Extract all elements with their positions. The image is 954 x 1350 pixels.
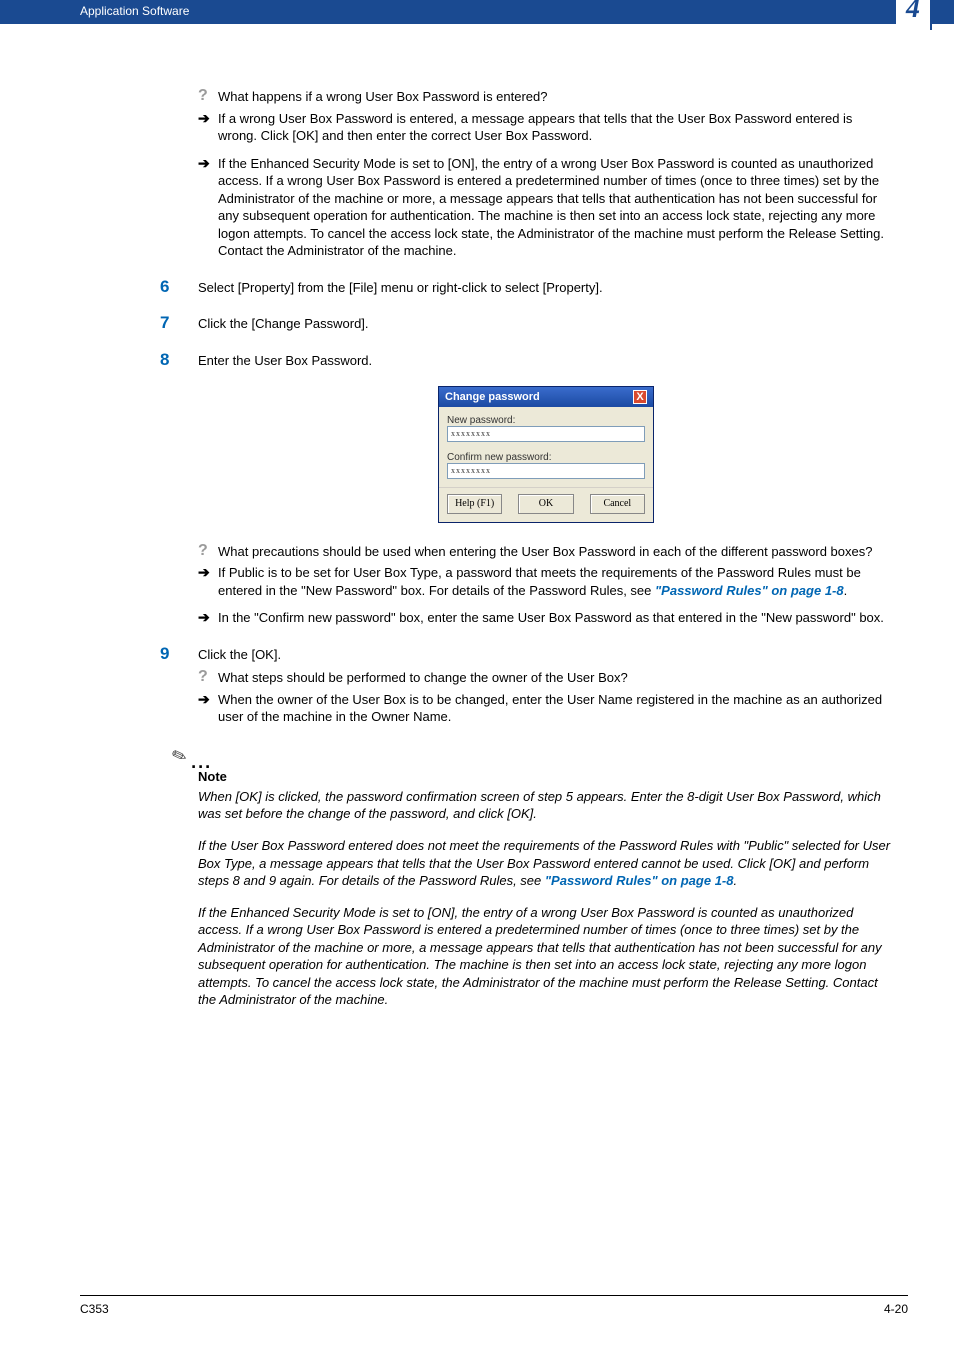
qa-answer-text: If the Enhanced Security Mode is set to … xyxy=(218,155,894,260)
dialog-body: New password: Confirm new password: xyxy=(439,407,653,487)
qa-answer: ➔ If Public is to be set for User Box Ty… xyxy=(198,564,894,599)
arrow-icon: ➔ xyxy=(198,155,218,260)
page-footer: C353 4-20 xyxy=(80,1295,908,1316)
qa-answer-text: If Public is to be set for User Box Type… xyxy=(218,564,894,599)
step-6: 6 Select [Property] from the [File] menu… xyxy=(160,278,894,297)
qa-answer: ➔ In the "Confirm new password" box, ent… xyxy=(198,609,894,627)
question-icon: ? xyxy=(198,88,218,106)
qa-answer: ➔ When the owner of the User Box is to b… xyxy=(198,691,894,726)
question-icon: ? xyxy=(198,543,218,561)
header-bar: Application Software xyxy=(0,0,954,24)
chapter-number: 4 xyxy=(906,0,920,25)
step-9: 9 Click the [OK]. xyxy=(160,645,894,664)
ok-button[interactable]: OK xyxy=(518,494,573,514)
password-rules-link[interactable]: "Password Rules" on page 1-8 xyxy=(545,873,734,888)
qa-question: ? What happens if a wrong User Box Passw… xyxy=(198,88,894,106)
note-paragraph: When [OK] is clicked, the password confi… xyxy=(198,788,894,823)
password-rules-link[interactable]: "Password Rules" on page 1-8 xyxy=(655,583,844,598)
dialog-button-row: Help (F1) OK Cancel xyxy=(439,487,653,522)
qa-answer: ➔ If a wrong User Box Password is entere… xyxy=(198,110,894,145)
step-number: 6 xyxy=(160,278,198,297)
section-title: Application Software xyxy=(80,4,189,18)
dialog-titlebar: Change password X xyxy=(439,387,653,407)
step-number: 8 xyxy=(160,351,198,370)
arrow-icon: ➔ xyxy=(198,564,218,599)
step-8: 8 Enter the User Box Password. xyxy=(160,351,894,370)
arrow-icon: ➔ xyxy=(198,691,218,726)
new-password-input[interactable] xyxy=(447,426,645,442)
confirm-password-label: Confirm new password: xyxy=(447,452,645,463)
note-head: ✎ ... xyxy=(172,746,894,767)
change-password-dialog: Change password X New password: Confirm … xyxy=(438,386,654,523)
cancel-button[interactable]: Cancel xyxy=(590,494,645,514)
help-button[interactable]: Help (F1) xyxy=(447,494,502,514)
answer-text-b: . xyxy=(844,583,848,598)
arrow-icon: ➔ xyxy=(198,609,218,627)
qa-question-text: What steps should be performed to change… xyxy=(218,669,894,687)
page-content: ? What happens if a wrong User Box Passw… xyxy=(0,28,954,1023)
footer-left: C353 xyxy=(80,1302,109,1316)
qa-question-text: What happens if a wrong User Box Passwor… xyxy=(218,88,894,106)
step-number: 9 xyxy=(160,645,198,664)
note-section: ✎ ... Note When [OK] is clicked, the pas… xyxy=(172,746,894,1009)
question-icon: ? xyxy=(198,669,218,687)
dialog-figure: Change password X New password: Confirm … xyxy=(198,386,894,523)
step-number: 7 xyxy=(160,314,198,333)
step-text: Click the [OK]. xyxy=(198,645,894,664)
new-password-label: New password: xyxy=(447,415,645,426)
note-paragraph: If the Enhanced Security Mode is set to … xyxy=(198,904,894,1009)
dialog-title-text: Change password xyxy=(445,391,540,403)
qa-answer-text: When the owner of the User Box is to be … xyxy=(218,691,894,726)
qa-answer: ➔ If the Enhanced Security Mode is set t… xyxy=(198,155,894,260)
qa-question-text: What precautions should be used when ent… xyxy=(218,543,894,561)
qa-question: ? What steps should be performed to chan… xyxy=(198,669,894,687)
chapter-tab: 4 xyxy=(896,0,932,30)
note-text-b: . xyxy=(733,873,737,888)
dots-icon: ... xyxy=(191,757,212,767)
qa-answer-text: If a wrong User Box Password is entered,… xyxy=(218,110,894,145)
note-paragraph: If the User Box Password entered does no… xyxy=(198,837,894,890)
step-text: Click the [Change Password]. xyxy=(198,314,894,333)
arrow-icon: ➔ xyxy=(198,110,218,145)
step-text: Select [Property] from the [File] menu o… xyxy=(198,278,894,297)
close-icon[interactable]: X xyxy=(633,390,647,404)
footer-right: 4-20 xyxy=(884,1302,908,1316)
step-text: Enter the User Box Password. xyxy=(198,351,894,370)
confirm-password-input[interactable] xyxy=(447,463,645,479)
note-label: Note xyxy=(198,769,894,784)
pen-icon: ✎ xyxy=(169,744,190,769)
qa-question: ? What precautions should be used when e… xyxy=(198,543,894,561)
qa-answer-text: In the "Confirm new password" box, enter… xyxy=(218,609,894,627)
step-7: 7 Click the [Change Password]. xyxy=(160,314,894,333)
